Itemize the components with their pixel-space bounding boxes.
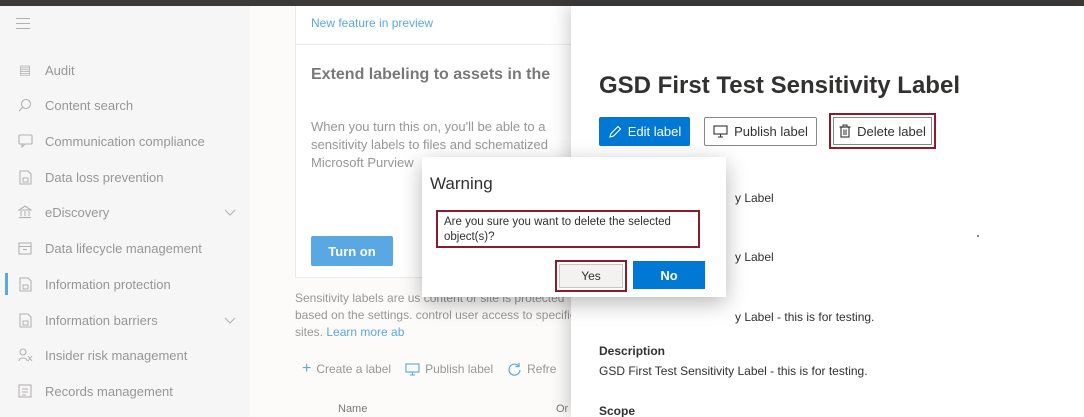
trash-icon xyxy=(839,124,851,138)
delete-label-text: Delete label xyxy=(857,123,926,139)
dialog-title: Warning xyxy=(430,174,493,193)
label-display-name-fragment: y Label xyxy=(735,250,774,264)
yes-button-highlight: Yes xyxy=(555,260,627,292)
delete-label-highlight: Delete label xyxy=(829,113,936,149)
cursor-dot xyxy=(977,235,979,237)
warning-dialog: Warning Are you sure you want to delete … xyxy=(422,157,726,297)
description-value: GSD First Test Sensitivity Label - this … xyxy=(599,364,868,378)
publish-label-text: Publish label xyxy=(734,124,808,139)
yes-button[interactable]: Yes xyxy=(559,264,623,288)
label-tooltip-fragment: y Label - this is for testing. xyxy=(735,310,875,324)
dialog-message: Are you sure you want to delete the sele… xyxy=(444,216,671,243)
dialog-message-highlight: Are you sure you want to delete the sele… xyxy=(436,210,700,248)
no-button[interactable]: No xyxy=(633,261,705,289)
panel-title: GSD First Test Sensitivity Label xyxy=(599,72,960,99)
label-name-fragment: y Label xyxy=(735,191,774,205)
edit-label-button[interactable]: Edit label xyxy=(599,117,690,146)
scope-label: Scope xyxy=(599,404,636,417)
description-label: Description xyxy=(599,344,666,358)
edit-label-text: Edit label xyxy=(627,124,682,139)
publish-label-button[interactable]: Publish label xyxy=(704,117,817,146)
delete-label-button[interactable]: Delete label xyxy=(833,117,932,145)
pencil-icon xyxy=(608,125,622,138)
publish-icon xyxy=(713,125,728,138)
